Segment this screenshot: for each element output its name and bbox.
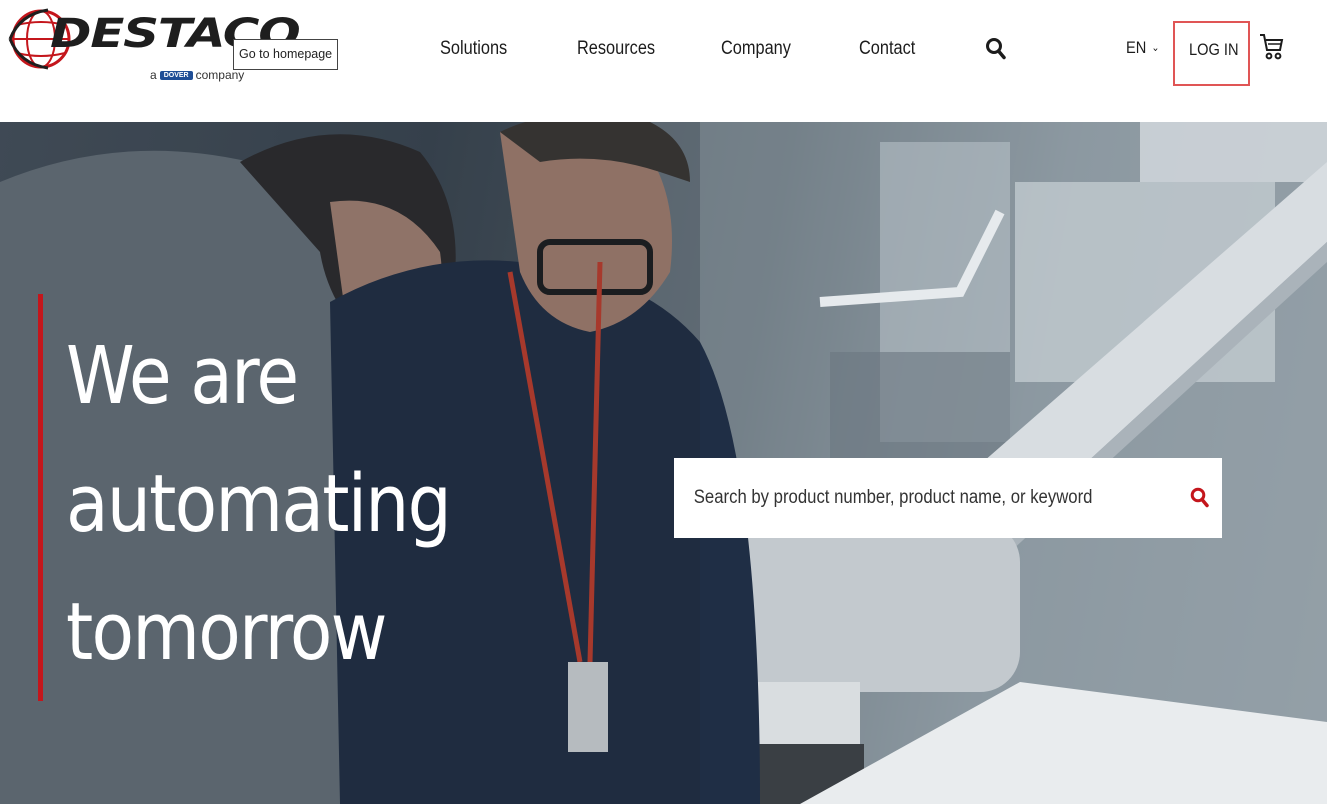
chevron-down-icon: ⌄	[1151, 42, 1160, 54]
hero-headline-line-1: We are	[66, 330, 299, 422]
logo-tagline-company: company	[195, 68, 245, 82]
hero-headline: We are automating tomorrow	[66, 312, 452, 696]
hero-headline-line-3: tomorrow	[66, 586, 388, 678]
login-label: LOG IN	[1189, 40, 1239, 59]
destaco-logo[interactable]: DESTACO a DOVER company	[8, 4, 301, 94]
homepage-tooltip: Go to homepage	[233, 39, 339, 70]
dover-badge: DOVER	[159, 70, 193, 80]
language-label: EN	[1126, 38, 1147, 57]
hero-search-box	[674, 458, 1222, 538]
nav-contact[interactable]: Contact	[859, 38, 915, 60]
site-header: DESTACO a DOVER company Go to homepage u…	[0, 0, 1327, 122]
nav-company[interactable]: Company	[721, 38, 791, 60]
nav-solutions[interactable]: Solutions	[440, 38, 507, 60]
hero-headline-line-2: automating	[66, 458, 452, 550]
cart-icon[interactable]	[1258, 32, 1284, 62]
headline-accent-bar	[38, 294, 43, 701]
login-button[interactable]: LOG IN	[1173, 21, 1250, 86]
logo-tagline-a: a	[150, 68, 157, 82]
search-icon[interactable]	[1190, 487, 1210, 509]
hero-banner: We are automating tomorrow	[0, 122, 1327, 804]
language-selector[interactable]: EN ⌄	[1126, 38, 1159, 58]
search-icon[interactable]	[985, 37, 1007, 61]
logo-tagline: a DOVER company	[150, 68, 244, 82]
nav-resources[interactable]: Resources	[577, 38, 655, 60]
product-search-input[interactable]	[692, 458, 1106, 538]
